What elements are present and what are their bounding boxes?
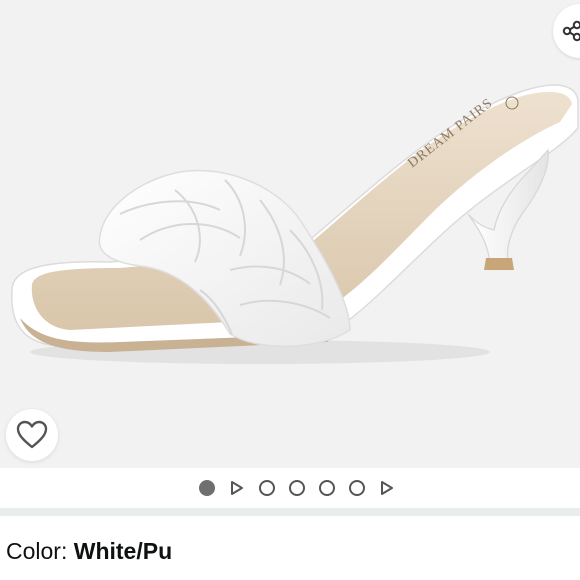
- share-icon: [562, 20, 580, 42]
- heart-icon: [16, 420, 48, 449]
- play-triangle-icon: [231, 481, 243, 495]
- color-selection: Color: White/Pu: [6, 538, 172, 568]
- color-value: White/Pu: [73, 538, 173, 564]
- carousel-dot-3[interactable]: [289, 480, 305, 496]
- carousel-dot-4[interactable]: [319, 480, 335, 496]
- carousel-dot-5[interactable]: [349, 480, 365, 496]
- carousel-dot-2[interactable]: [259, 480, 275, 496]
- color-label: Color:: [6, 538, 74, 564]
- wishlist-button[interactable]: [6, 409, 58, 461]
- product-image-shoe: DREAM PAIRS: [11, 84, 579, 364]
- carousel-video-2[interactable]: [379, 480, 395, 496]
- play-triangle-icon: [381, 481, 393, 495]
- product-image-area[interactable]: DREAM PAIRS: [0, 0, 580, 468]
- image-carousel-indicators[interactable]: [0, 468, 580, 508]
- carousel-dot-1[interactable]: [199, 480, 215, 496]
- section-divider: [0, 508, 580, 516]
- carousel-video-1[interactable]: [229, 480, 245, 496]
